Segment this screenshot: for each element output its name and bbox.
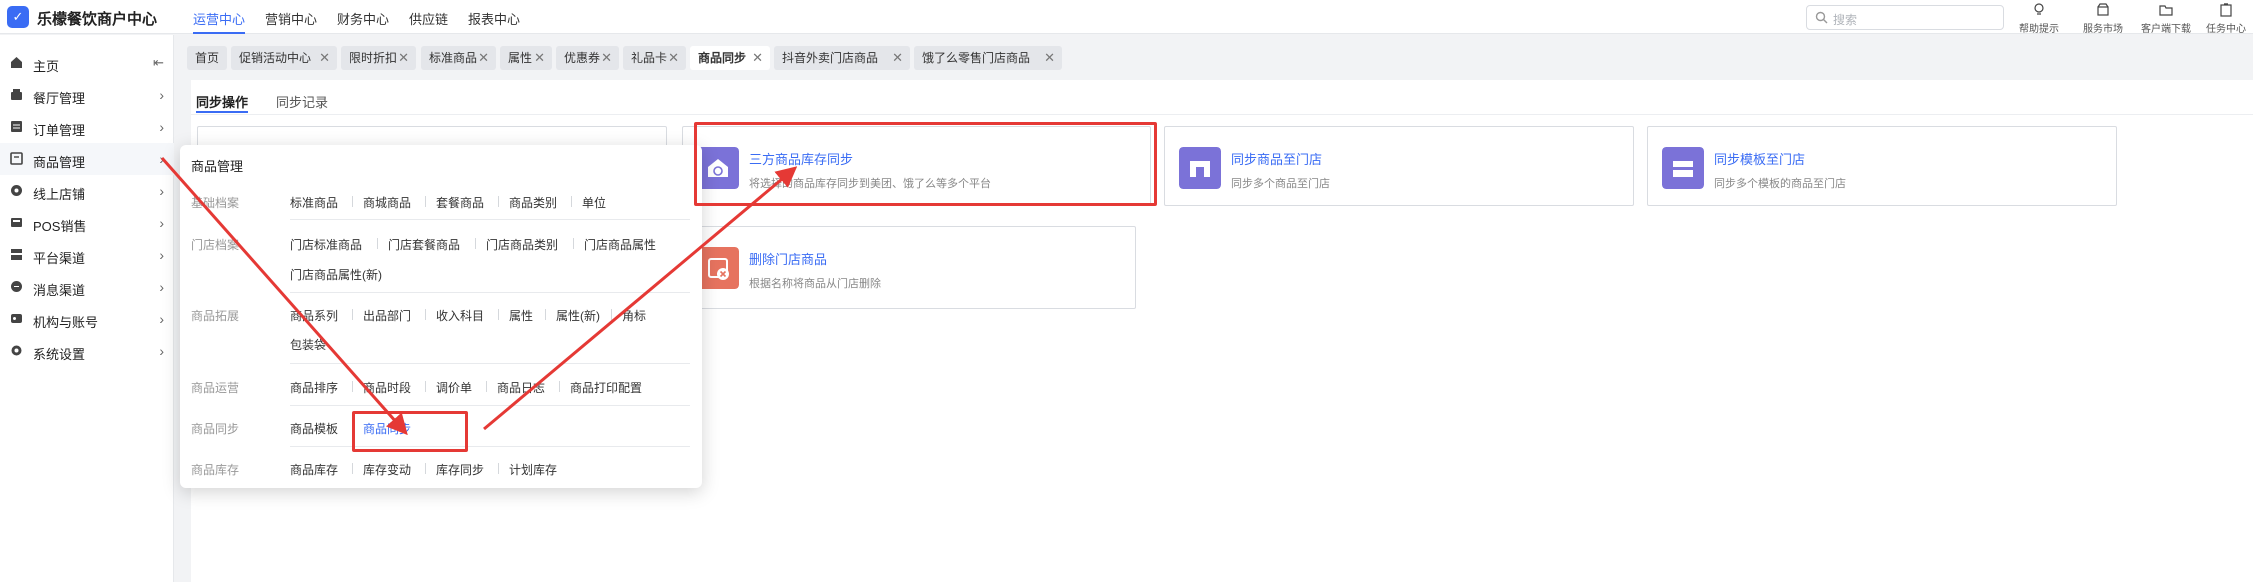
- arrow-menu-item-to-card: [483, 166, 798, 431]
- annotation-arrows: [160, 157, 798, 436]
- arrow-sidebar-to-menu-item: [160, 157, 408, 436]
